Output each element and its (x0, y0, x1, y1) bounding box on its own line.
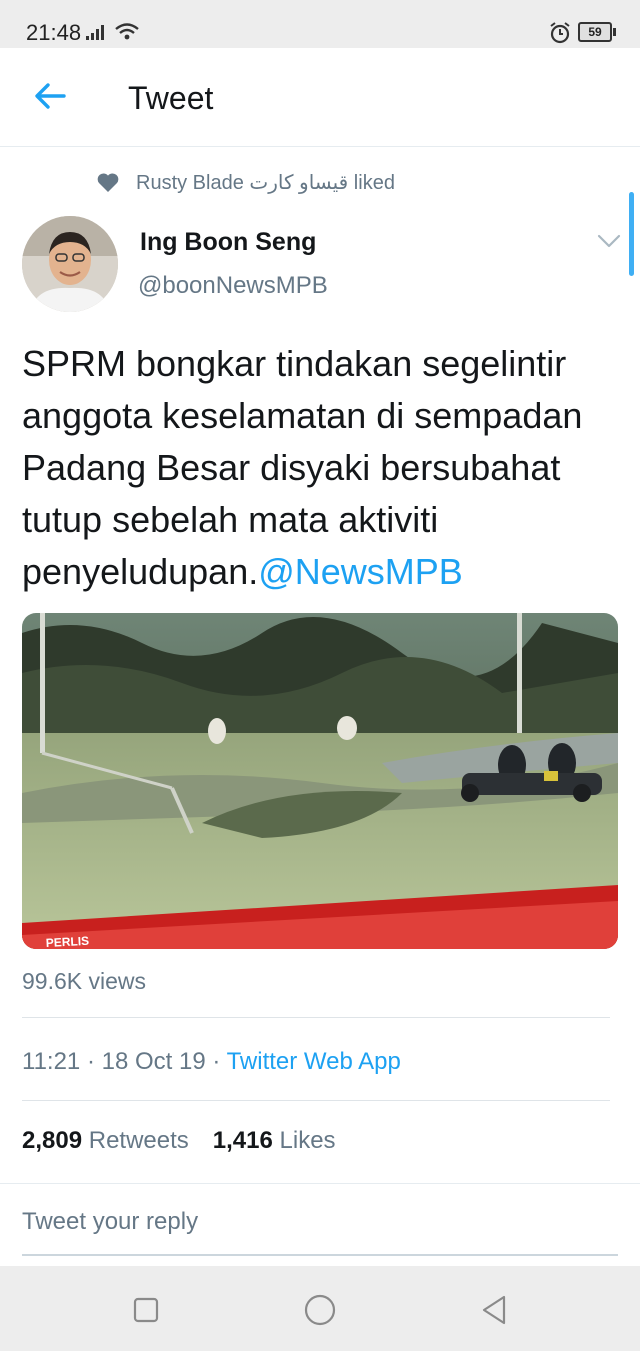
liked-by-text[interactable]: Rusty Blade قيساو كارت liked (136, 170, 395, 195)
retweets-label: Retweets (88, 1127, 189, 1154)
arrow-left-icon[interactable] (30, 76, 70, 116)
video-thumbnail: PERLIS (22, 613, 618, 949)
mention-link[interactable]: @NewsMPB (258, 551, 463, 592)
tweet-video[interactable]: PERLIS (22, 613, 618, 949)
page-title: Tweet (128, 80, 214, 116)
tweet-meta: 11:21 · 18 Oct 19 · Twitter Web App (22, 1048, 401, 1076)
home-icon[interactable] (302, 1292, 338, 1328)
battery-icon: 59 (578, 22, 616, 42)
author-handle[interactable]: @boonNewsMPB (138, 272, 328, 300)
author-name[interactable]: Ing Boon Seng (140, 228, 316, 257)
tweet-text: SPRM bongkar tindakan segelintir anggota… (22, 338, 622, 598)
status-time: 21:48 (26, 20, 82, 45)
chevron-down-icon[interactable] (596, 232, 622, 250)
likes-stat[interactable]: 1,416 Likes (213, 1127, 336, 1155)
retweets-count: 2,809 (22, 1127, 83, 1154)
system-nav-bar (0, 1266, 640, 1351)
reply-underline (22, 1254, 618, 1256)
scrollbar[interactable] (629, 192, 634, 276)
recent-apps-icon[interactable] (128, 1292, 164, 1328)
status-bar: 21:48 59 (0, 0, 640, 48)
app-header: Tweet (0, 48, 640, 147)
alarm-icon (550, 22, 570, 44)
source-app-link[interactable]: Twitter Web App (227, 1048, 401, 1075)
divider (0, 1183, 640, 1184)
tweet-stats: 2,809 Retweets 1,416 Likes (22, 1127, 360, 1155)
avatar-photo (22, 216, 118, 312)
timestamp: 11:21 · 18 Oct 19 · (22, 1048, 227, 1075)
avatar[interactable] (22, 216, 118, 312)
divider (22, 1017, 610, 1018)
views-count[interactable]: 99.6K views (22, 968, 146, 995)
reply-input[interactable]: Tweet your reply (22, 1208, 610, 1236)
divider (22, 1100, 610, 1101)
heart-icon (97, 173, 119, 192)
signal-icon (86, 25, 104, 40)
retweets-stat[interactable]: 2,809 Retweets (22, 1127, 189, 1155)
back-nav-icon[interactable] (476, 1292, 512, 1328)
likes-count: 1,416 (212, 1127, 273, 1154)
wifi-icon (115, 23, 139, 40)
media-caption: PERLIS (45, 934, 89, 949)
likes-label: Likes (279, 1127, 336, 1154)
social-context: Rusty Blade قيساو كارت liked (96, 168, 395, 196)
